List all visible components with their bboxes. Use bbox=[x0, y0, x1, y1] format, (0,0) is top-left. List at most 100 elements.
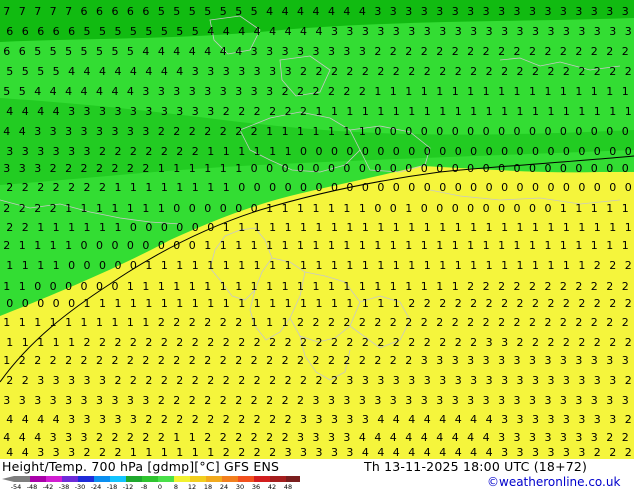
temperature-value: 2 bbox=[390, 354, 397, 367]
temperature-value: 3 bbox=[452, 5, 459, 18]
temperature-value: 1 bbox=[517, 259, 524, 272]
temperature-value: 4 bbox=[6, 105, 13, 118]
temperature-value: 1 bbox=[405, 239, 412, 252]
temperature-value: 2 bbox=[529, 316, 536, 329]
temperature-value: 0 bbox=[331, 181, 338, 194]
colorbar-swatch bbox=[94, 476, 110, 482]
temperature-value: 1 bbox=[266, 125, 273, 138]
temperature-value: 2 bbox=[374, 354, 381, 367]
temperature-value: 4 bbox=[53, 413, 60, 426]
temperature-value: 1 bbox=[223, 145, 230, 158]
temperature-value: 2 bbox=[359, 354, 366, 367]
temperature-value: 2 bbox=[316, 65, 323, 78]
temperature-value: 2 bbox=[68, 181, 75, 194]
temperature-value: 1 bbox=[223, 181, 230, 194]
temperature-value: 1 bbox=[145, 297, 152, 310]
temperature-value: 4 bbox=[343, 5, 350, 18]
colorbar-swatch bbox=[174, 476, 190, 482]
temperature-value: 2 bbox=[158, 394, 165, 407]
temperature-value: 2 bbox=[316, 374, 323, 387]
temperature-value: 2 bbox=[3, 202, 10, 215]
temperature-value: 2 bbox=[142, 162, 149, 175]
temperature-value: 2 bbox=[204, 354, 211, 367]
temperature-value: 2 bbox=[50, 162, 57, 175]
temperature-value: 0 bbox=[99, 259, 106, 272]
temperature-value: 2 bbox=[455, 297, 462, 310]
temperature-value: 0 bbox=[189, 202, 196, 215]
temperature-value: 0 bbox=[594, 145, 601, 158]
temperature-value: 4 bbox=[467, 431, 474, 444]
temperature-value: 1 bbox=[251, 280, 258, 293]
temperature-value: 2 bbox=[176, 145, 183, 158]
temperature-value: 1 bbox=[362, 259, 369, 272]
temperature-value: 3 bbox=[3, 394, 10, 407]
temperature-value: 1 bbox=[145, 446, 152, 459]
temperature-value: 0 bbox=[331, 145, 338, 158]
temperature-value: 2 bbox=[421, 316, 428, 329]
temperature-value: 0 bbox=[470, 145, 477, 158]
temperature-value: 0 bbox=[393, 145, 400, 158]
temperature-value: 3 bbox=[548, 25, 555, 38]
temperature-value: 3 bbox=[176, 105, 183, 118]
temperature-value: 1 bbox=[34, 239, 41, 252]
temperature-value: 7 bbox=[34, 5, 41, 18]
temperature-value: 1 bbox=[343, 280, 350, 293]
temperature-value: 2 bbox=[483, 45, 490, 58]
temperature-value: 4 bbox=[19, 125, 26, 138]
temperature-value: 2 bbox=[377, 336, 384, 349]
temperature-value: 0 bbox=[313, 162, 320, 175]
temperature-value: 1 bbox=[220, 280, 227, 293]
temperature-value: 5 bbox=[34, 45, 41, 58]
temperature-value: 0 bbox=[501, 145, 508, 158]
temperature-value: 3 bbox=[223, 65, 230, 78]
colorbar-label: 8 bbox=[174, 483, 178, 490]
temperature-value: 2 bbox=[204, 431, 211, 444]
temperature-value: 2 bbox=[220, 431, 227, 444]
temperature-value: 0 bbox=[96, 239, 103, 252]
temperature-value: 3 bbox=[517, 25, 524, 38]
temperature-value: 3 bbox=[408, 374, 415, 387]
temperature-value: 3 bbox=[578, 413, 585, 426]
temperature-value: 2 bbox=[331, 65, 338, 78]
credit-link[interactable]: ©weatheronline.co.uk bbox=[487, 475, 620, 489]
temperature-value: 4 bbox=[390, 431, 397, 444]
temperature-value: 2 bbox=[405, 354, 412, 367]
temperature-value: 1 bbox=[238, 297, 245, 310]
temperature-value: 3 bbox=[408, 25, 415, 38]
temperature-value: 3 bbox=[158, 85, 165, 98]
temperature-value: 2 bbox=[359, 85, 366, 98]
temperature-value: 2 bbox=[254, 105, 261, 118]
temperature-value: 2 bbox=[609, 65, 616, 78]
temperature-value: 3 bbox=[34, 394, 41, 407]
temperature-value: 0 bbox=[436, 202, 443, 215]
temperature-value: 4 bbox=[96, 85, 103, 98]
temperature-value: 3 bbox=[53, 446, 60, 459]
temperature-value: 2 bbox=[161, 145, 168, 158]
temperature-value: 5 bbox=[84, 25, 91, 38]
temperature-value: 3 bbox=[575, 431, 582, 444]
colorbar: -54 -48 -42 -38 -30 -24 -18 -12 -8 0 8 12 18 24 30 36 42… bbox=[2, 476, 300, 490]
temperature-value: 2 bbox=[235, 125, 242, 138]
temperature-value: 2 bbox=[578, 65, 585, 78]
temperature-value: 0 bbox=[34, 280, 41, 293]
temperature-value: 2 bbox=[486, 65, 493, 78]
temperature-value: 4 bbox=[393, 413, 400, 426]
temperature-value: 1 bbox=[130, 446, 137, 459]
temperature-value: 2 bbox=[34, 202, 41, 215]
temperature-value: 3 bbox=[575, 394, 582, 407]
temperature-value: 3 bbox=[37, 145, 44, 158]
temperature-value: 5 bbox=[204, 5, 211, 18]
temperature-value: 3 bbox=[37, 446, 44, 459]
temperature-value: 5 bbox=[192, 25, 199, 38]
temperature-value: 1 bbox=[563, 221, 570, 234]
temperature-value: 2 bbox=[532, 336, 539, 349]
temperature-value: 0 bbox=[578, 181, 585, 194]
temperature-value: 3 bbox=[84, 145, 91, 158]
temperature-value: 1 bbox=[408, 221, 415, 234]
temperature-value: 3 bbox=[316, 413, 323, 426]
temperature-value: 5 bbox=[22, 65, 29, 78]
temperature-value: 2 bbox=[238, 336, 245, 349]
temperature-value: 0 bbox=[393, 181, 400, 194]
temperature-value: 2 bbox=[254, 446, 261, 459]
temperature-value: 5 bbox=[158, 5, 165, 18]
